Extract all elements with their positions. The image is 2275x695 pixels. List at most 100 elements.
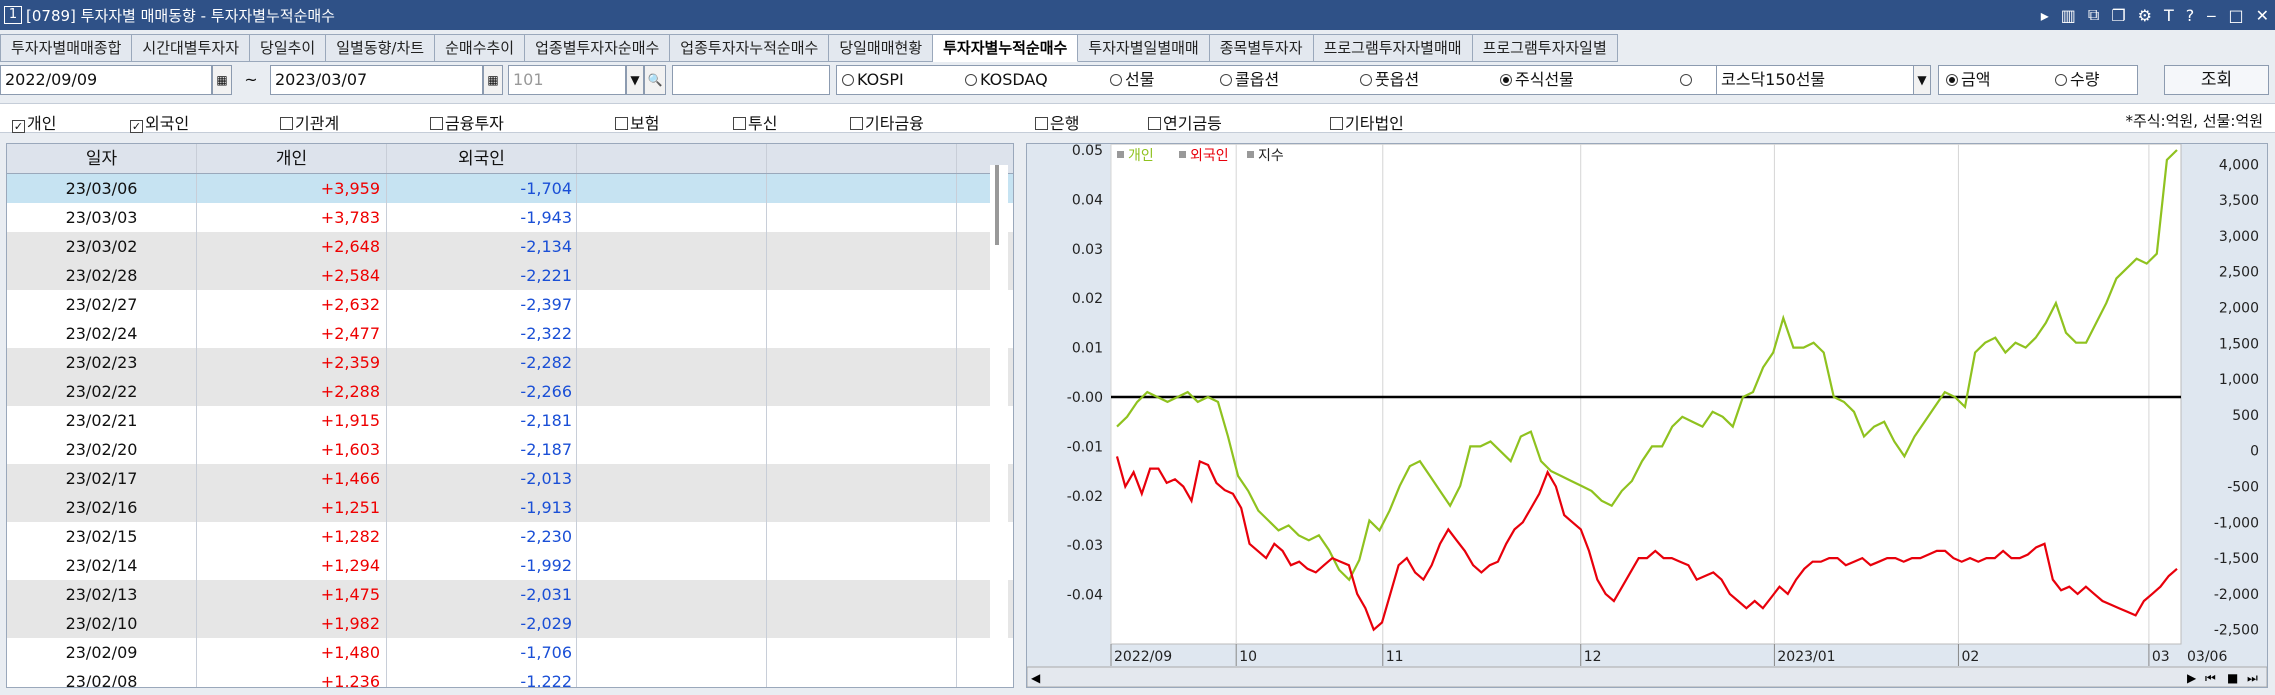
font-icon[interactable]: T xyxy=(2164,6,2174,25)
market-radio-5[interactable]: 주식선물 xyxy=(1500,65,1574,95)
maximize-icon[interactable]: □ xyxy=(2228,6,2243,25)
tab-9[interactable]: 투자자별일별매매 xyxy=(1078,34,1210,62)
start-date-field[interactable]: 2022/09/09 xyxy=(0,65,212,95)
left-tick-label: -0.02 xyxy=(1067,489,1103,505)
market-radio-3[interactable]: 콜옵션 xyxy=(1220,65,1279,95)
x-axis-bg xyxy=(1027,644,2267,667)
tab-0[interactable]: 투자자별매매종합 xyxy=(0,34,133,62)
table-row[interactable]: 23/03/06 +3,959 -1,704 xyxy=(7,174,1013,203)
tab-1[interactable]: 시간대별투자자 xyxy=(132,34,251,62)
scrollbar-thumb[interactable] xyxy=(995,165,999,245)
table-row[interactable]: 23/02/20 +1,603 -2,187 xyxy=(7,435,1013,464)
tab-2[interactable]: 당일추이 xyxy=(250,34,327,62)
market-radio-4[interactable]: 풋옵션 xyxy=(1360,65,1419,95)
tab-10[interactable]: 종목별투자자 xyxy=(1209,34,1314,62)
tab-6[interactable]: 업종투자자누적순매수 xyxy=(670,34,830,62)
legend-label: 외국인 xyxy=(1190,148,1229,164)
x-tick-label: 2023/01 xyxy=(1777,649,1835,665)
table-row[interactable]: 23/02/14 +1,294 -1,992 xyxy=(7,551,1013,580)
search-icon[interactable]: 🔍 xyxy=(644,65,666,95)
table-row[interactable]: 23/02/10 +1,982 -2,029 xyxy=(7,609,1013,638)
table-cell: +2,359 xyxy=(197,348,387,377)
help-icon[interactable]: ? xyxy=(2186,6,2195,25)
end-date-field[interactable]: 2023/03/07 xyxy=(270,65,483,95)
investor-checkbox-3[interactable]: 금융투자 xyxy=(430,110,504,134)
table-row[interactable]: 23/03/02 +2,648 -2,134 xyxy=(7,232,1013,261)
tab-4[interactable]: 순매수추이 xyxy=(435,34,526,62)
market-radio-0[interactable]: KOSPI xyxy=(842,65,904,95)
chevron-down-icon[interactable]: ▼ xyxy=(626,65,644,95)
table-row[interactable]: 23/02/09 +1,480 -1,706 xyxy=(7,638,1013,667)
investor-checkbox-2[interactable]: 기관계 xyxy=(280,110,339,134)
table-cell: +1,294 xyxy=(197,551,387,580)
investor-checkbox-8[interactable]: 연기금등 xyxy=(1148,110,1222,134)
name-field[interactable] xyxy=(672,65,830,95)
market-radio-2[interactable]: 선물 xyxy=(1110,65,1154,95)
tab-5[interactable]: 업종별투자자순매수 xyxy=(525,34,671,62)
investor-checkbox-5[interactable]: 투신 xyxy=(733,110,777,134)
header-date[interactable]: 일자 xyxy=(7,144,197,173)
table-row[interactable]: 23/02/13 +1,475 -2,031 xyxy=(7,580,1013,609)
radio-icon xyxy=(965,74,977,86)
search-button[interactable]: 조회 xyxy=(2164,65,2269,95)
calendar-icon[interactable]: ▦ xyxy=(212,65,232,95)
right-tick-label: 2,500 xyxy=(2219,265,2259,281)
table-row[interactable]: 23/02/16 +1,251 -1,913 xyxy=(7,493,1013,522)
investor-checkbox-6[interactable]: 기타금융 xyxy=(850,110,924,134)
table-row[interactable]: 23/02/15 +1,282 -2,230 xyxy=(7,522,1013,551)
x-end-label: 03/06 xyxy=(2187,649,2227,665)
tab-8[interactable]: 투자자별누적순매수 xyxy=(933,34,1079,62)
header-individual[interactable]: 개인 xyxy=(197,144,387,173)
code-field[interactable]: 101 xyxy=(508,65,626,95)
table-cell: 23/02/14 xyxy=(7,551,197,580)
product-select[interactable]: 코스닥150선물 xyxy=(1716,65,1931,95)
quantity-radio[interactable]: 수량 xyxy=(2055,65,2099,95)
table-cell: 23/02/13 xyxy=(7,580,197,609)
chevron-down-icon[interactable]: ▼ xyxy=(1913,65,1931,95)
table-scrollbar[interactable] xyxy=(990,165,1008,685)
table-cell: 23/02/24 xyxy=(7,319,197,348)
table-cell xyxy=(577,580,767,609)
play-icon[interactable]: ▸ xyxy=(2041,6,2049,25)
settings-icon[interactable]: ⚙ xyxy=(2138,6,2152,25)
tab-12[interactable]: 프로그램투자자일별 xyxy=(1472,34,1618,62)
right-tick-label: 3,500 xyxy=(2219,193,2259,209)
table-row[interactable]: 23/02/08 +1,236 -1,222 xyxy=(7,667,1013,687)
table-cell: +1,982 xyxy=(197,609,387,638)
tab-7[interactable]: 당일매매현황 xyxy=(829,34,934,62)
market-radio-6[interactable] xyxy=(1680,65,1695,95)
table-cell: -1,704 xyxy=(387,174,577,203)
investor-checkbox-1[interactable]: ✓ 외국인 xyxy=(130,110,189,134)
tab-11[interactable]: 프로그램투자자별매매 xyxy=(1313,34,1473,62)
calendar-icon[interactable]: ▦ xyxy=(483,65,503,95)
investor-checkbox-7[interactable]: 은행 xyxy=(1035,110,1079,134)
checkbox-label: 외국인 xyxy=(145,114,190,133)
investor-checkbox-0[interactable]: ✓ 개인 xyxy=(12,110,56,134)
checkbox-label: 기타금융 xyxy=(865,114,924,133)
investor-checkbox-4[interactable]: 보험 xyxy=(615,110,659,134)
table-row[interactable]: 23/02/28 +2,584 -2,221 xyxy=(7,261,1013,290)
table-cell: 23/02/09 xyxy=(7,638,197,667)
window-icon[interactable]: ⧉ xyxy=(2088,5,2099,25)
minimize-icon[interactable]: ‒ xyxy=(2206,6,2216,25)
grid-icon[interactable]: ▥ xyxy=(2061,6,2076,25)
table-cell xyxy=(767,638,957,667)
table-cell: -2,397 xyxy=(387,290,577,319)
table-row[interactable]: 23/03/03 +3,783 -1,943 xyxy=(7,203,1013,232)
table-row[interactable]: 23/02/23 +2,359 -2,282 xyxy=(7,348,1013,377)
radio-label: 콜옵션 xyxy=(1235,70,1280,89)
table-row[interactable]: 23/02/24 +2,477 -2,322 xyxy=(7,319,1013,348)
investor-checkbox-9[interactable]: 기타법인 xyxy=(1330,110,1404,134)
table-row[interactable]: 23/02/22 +2,288 -2,266 xyxy=(7,377,1013,406)
market-radio-1[interactable]: KOSDAQ xyxy=(965,65,1048,95)
tab-3[interactable]: 일별동향/차트 xyxy=(326,34,436,62)
header-foreign[interactable]: 외국인 xyxy=(387,144,577,173)
table-row[interactable]: 23/02/21 +1,915 -2,181 xyxy=(7,406,1013,435)
table-row[interactable]: 23/02/17 +1,466 -2,013 xyxy=(7,464,1013,493)
amount-radio[interactable]: 금액 xyxy=(1946,65,1990,95)
table-row[interactable]: 23/02/27 +2,632 -2,397 xyxy=(7,290,1013,319)
copy-icon[interactable]: ❐ xyxy=(2111,6,2125,25)
table-cell xyxy=(767,319,957,348)
close-icon[interactable]: ✕ xyxy=(2256,6,2269,25)
table-cell: 23/02/20 xyxy=(7,435,197,464)
